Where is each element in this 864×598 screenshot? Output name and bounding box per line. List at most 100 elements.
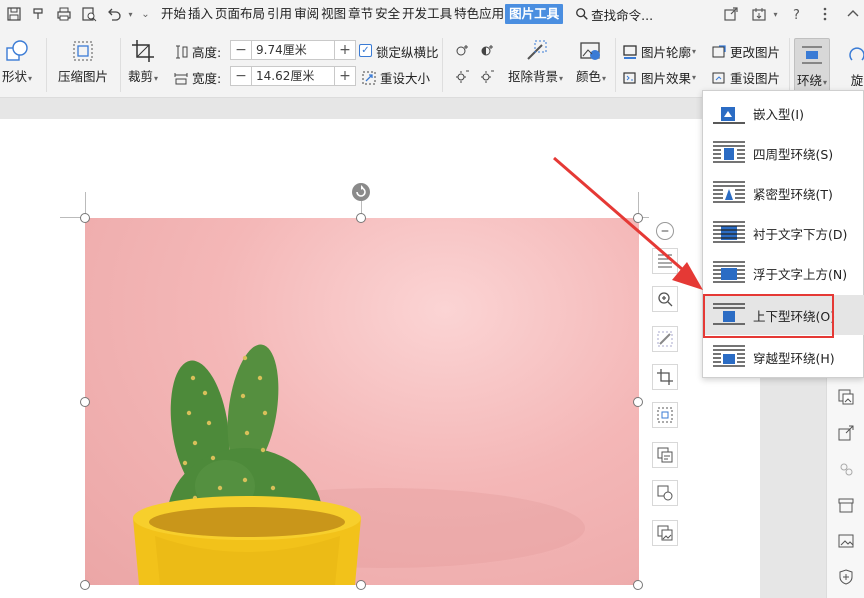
float-zoom-icon[interactable] [652, 286, 678, 312]
resize-handle-bottom-left[interactable] [80, 580, 90, 590]
wrap-option-behind-text[interactable]: 衬于文字下方(D) [703, 213, 864, 253]
float-compress-icon[interactable] [652, 402, 678, 428]
more-options-icon[interactable] [814, 3, 836, 25]
width-decrease-button[interactable]: − [231, 67, 251, 85]
wrap-option-label: 嵌入型(I) [753, 106, 804, 122]
remove-background-label: 抠除背景 [508, 69, 559, 84]
lock-ratio-checkbox[interactable]: ✓ [359, 44, 372, 57]
menu-start[interactable]: 开始 [160, 4, 187, 24]
resize-handle-bottom[interactable] [356, 580, 366, 590]
save-icon[interactable] [3, 3, 25, 25]
collapse-ribbon-icon[interactable] [842, 3, 864, 25]
color-button[interactable]: 颜色▾ [576, 36, 606, 85]
behind-text-icon [711, 219, 747, 247]
reset-size-button[interactable]: 重设大小 [361, 68, 430, 87]
wrap-option-tight[interactable]: 紧密型环绕(T) [703, 173, 864, 213]
side-tool-icon[interactable] [837, 460, 855, 478]
undo-dropdown-icon[interactable]: ▾ [125, 3, 135, 25]
compress-picture-button[interactable]: 压缩图片 [58, 36, 108, 85]
shape-button[interactable]: 形状▾ [2, 36, 32, 85]
wrap-option-through[interactable]: 穿越型环绕(H) [703, 337, 864, 377]
rotate-icon [842, 40, 864, 70]
rotate-handle-icon [356, 185, 366, 197]
print-preview-icon[interactable] [78, 3, 100, 25]
width-stepper[interactable]: − 14.62厘米 + [230, 66, 356, 86]
contrast-down-icon[interactable] [479, 68, 498, 84]
side-archive-icon[interactable] [837, 496, 855, 514]
brightness-down-icon[interactable] [454, 68, 473, 84]
menu-view[interactable]: 视图 [320, 4, 347, 24]
menu-security[interactable]: 安全 [374, 4, 401, 24]
height-stepper[interactable]: − 9.74厘米 + [230, 40, 356, 60]
menu-bar: ▾ ⌄ 开始 插入 页面布局 引用 审阅 视图 章节 安全 开发工具 特色应用 … [0, 0, 864, 28]
change-picture-icon [712, 44, 726, 57]
print-icon[interactable] [53, 3, 75, 25]
float-layout-icon[interactable] [652, 248, 678, 274]
wrap-label: 环绕 [797, 73, 823, 88]
shape-icon [2, 36, 32, 66]
resize-handle-top-left[interactable] [80, 213, 90, 223]
command-search[interactable]: 查找命令... [575, 5, 653, 24]
collapse-toolbar-icon[interactable] [656, 222, 674, 240]
menu-picture-tools[interactable]: 图片工具 [505, 4, 564, 24]
reset-picture-button[interactable]: 重设图片 [711, 68, 780, 87]
side-shield-icon[interactable] [837, 568, 855, 586]
picture-color-icon [576, 36, 606, 66]
crop-button[interactable]: 裁剪▾ [128, 36, 158, 85]
undo-icon[interactable] [103, 3, 125, 25]
float-translate-icon[interactable] [652, 480, 678, 506]
help-icon[interactable]: ? [786, 3, 808, 25]
width-input[interactable]: 14.62厘米 [251, 67, 335, 85]
picture-outline-button[interactable]: 图片轮廓 ▾ [622, 42, 696, 61]
height-increase-button[interactable]: + [335, 41, 355, 59]
brightness-up-icon[interactable] [454, 42, 473, 58]
side-picture-icon[interactable] [837, 388, 855, 406]
color-label: 颜色 [576, 69, 602, 84]
menu-insert[interactable]: 插入 [187, 4, 214, 24]
menu-chapter[interactable]: 章节 [347, 4, 374, 24]
side-image-icon[interactable] [837, 532, 855, 550]
wrap-option-square[interactable]: 四周型环绕(S) [703, 133, 864, 173]
menu-page-layout[interactable]: 页面布局 [214, 4, 266, 24]
wrap-option-inline[interactable]: 嵌入型(I) [703, 93, 864, 133]
picture-effect-icon [623, 71, 636, 84]
resize-handle-left[interactable] [80, 397, 90, 407]
cactus-picture[interactable] [85, 218, 639, 585]
float-extract-text-icon[interactable] [652, 442, 678, 468]
change-picture-button[interactable]: 更改图片 [711, 42, 780, 61]
resize-handle-bottom-right[interactable] [633, 580, 643, 590]
side-share-icon[interactable] [837, 424, 855, 442]
float-edit-icon[interactable] [652, 326, 678, 352]
rotate-handle[interactable] [352, 183, 370, 201]
wrap-option-label: 浮于文字上方(N) [753, 266, 848, 282]
width-icon [174, 72, 188, 84]
menu-special[interactable]: 特色应用 [453, 4, 505, 24]
rotate-button[interactable]: 旋 [842, 40, 864, 89]
inline-wrap-icon [711, 99, 747, 127]
resize-handle-top-right[interactable] [633, 213, 643, 223]
quick-access-more-icon[interactable]: ⌄ [138, 3, 152, 25]
collaborate-dropdown-icon[interactable]: ▾ [770, 3, 780, 25]
reset-size-icon [362, 71, 376, 84]
picture-effect-button[interactable]: 图片效果 ▾ [622, 68, 696, 87]
wrap-option-in-front[interactable]: 浮于文字上方(N) [703, 253, 864, 293]
resize-handle-right[interactable] [633, 397, 643, 407]
wrap-option-label: 衬于文字下方(D) [753, 226, 848, 242]
collaborate-icon[interactable] [748, 3, 770, 25]
menu-developer[interactable]: 开发工具 [401, 4, 453, 24]
resize-handle-top[interactable] [356, 213, 366, 223]
picture-effect-label: 图片效果 [641, 71, 692, 86]
height-input[interactable]: 9.74厘米 [251, 41, 335, 59]
float-image-icon[interactable] [652, 520, 678, 546]
menu-references[interactable]: 引用 [266, 4, 293, 24]
height-decrease-button[interactable]: − [231, 41, 251, 59]
width-increase-button[interactable]: + [335, 67, 355, 85]
contrast-up-icon[interactable] [479, 42, 498, 58]
wrap-button[interactable]: 环绕▾ [797, 40, 827, 89]
selection-highlight-box [703, 294, 834, 338]
share-icon[interactable] [720, 3, 742, 25]
remove-background-button[interactable]: 抠除背景▾ [508, 36, 563, 85]
float-crop-icon[interactable] [652, 364, 678, 390]
menu-review[interactable]: 审阅 [293, 4, 320, 24]
format-painter-icon[interactable] [28, 3, 50, 25]
